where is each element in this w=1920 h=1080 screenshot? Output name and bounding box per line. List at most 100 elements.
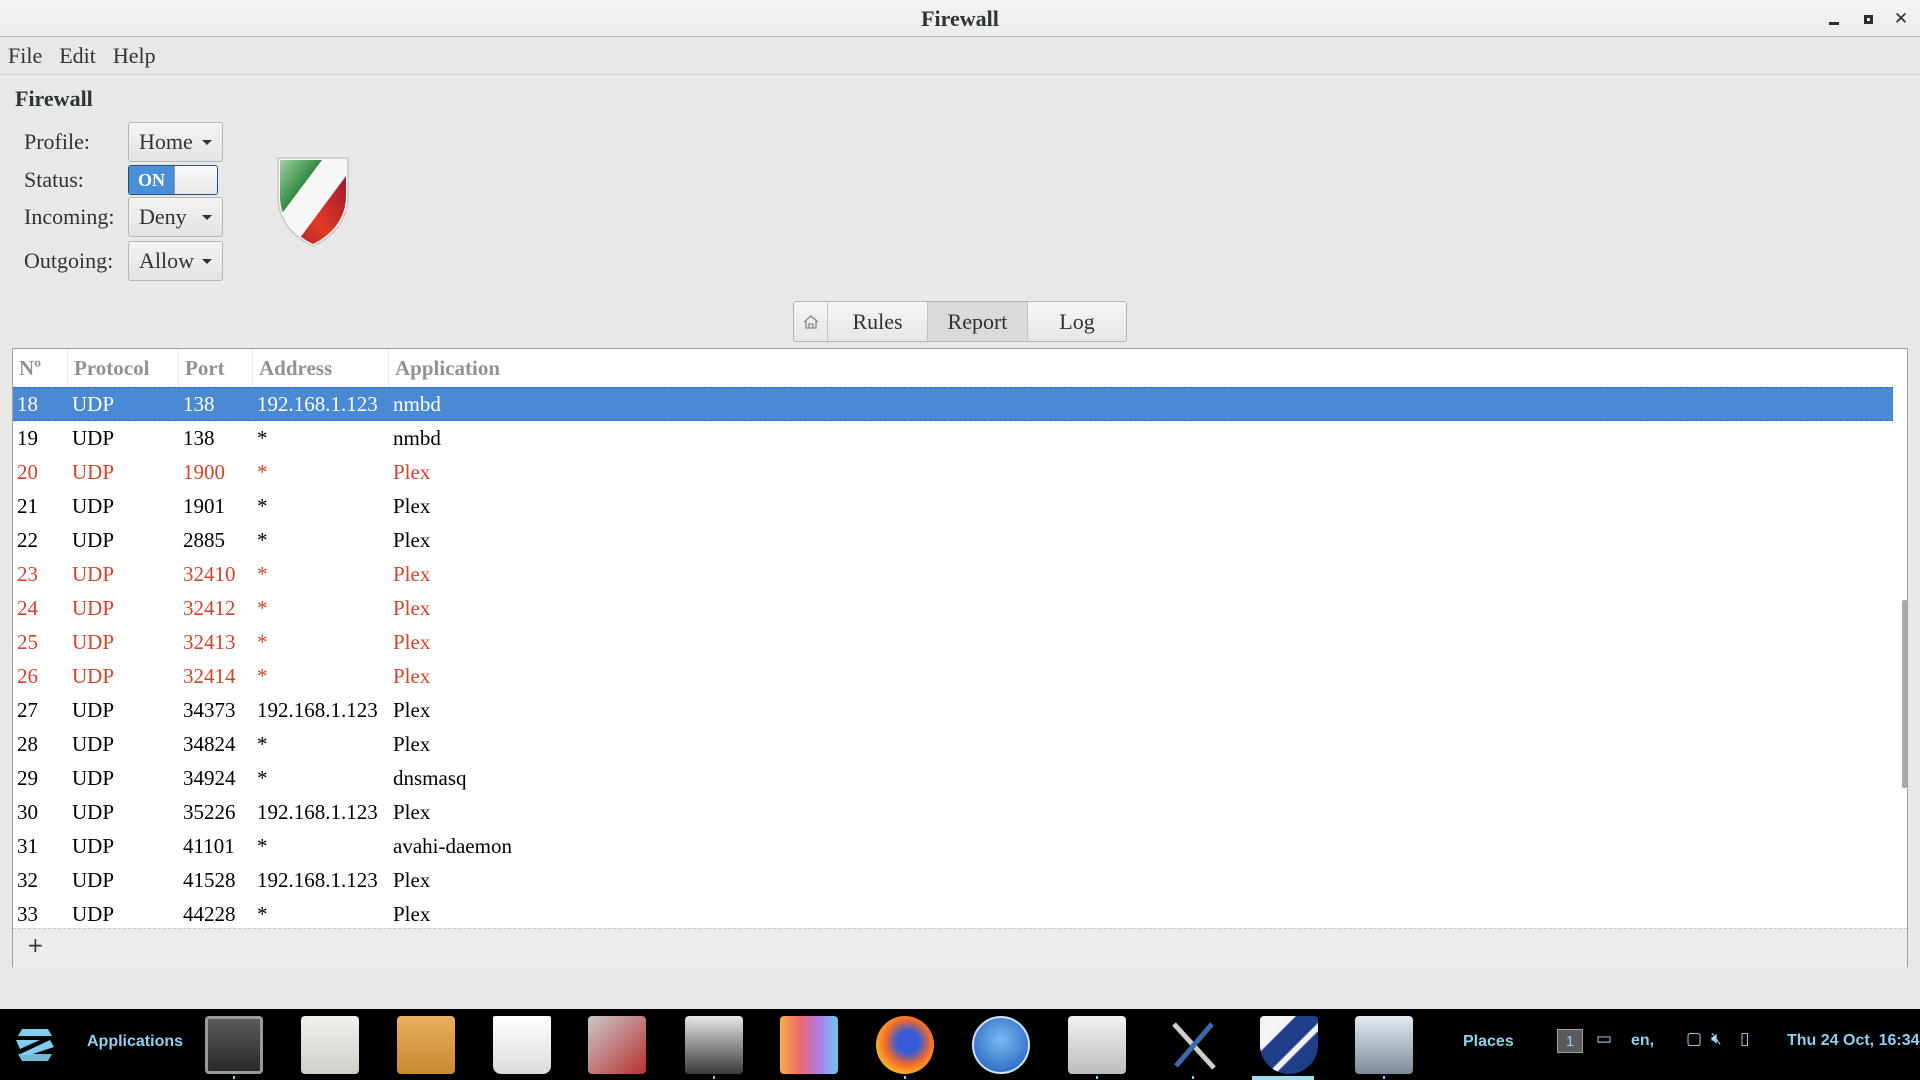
cell-application: Plex [393,561,431,586]
cell-address: * [257,561,268,586]
cell-address: 192.168.1.123 [257,867,378,892]
table-row[interactable]: 33 UDP 44228 * Plex [13,897,1893,928]
software-store-launcher-icon[interactable] [493,1016,551,1074]
network-icon[interactable]: ▢ [1686,1029,1702,1049]
cell-port: 2885 [183,527,225,552]
cell-address: * [257,595,268,620]
color-palette-launcher-icon[interactable] [780,1016,838,1074]
system-tools-launcher-icon[interactable] [1164,1016,1222,1074]
applications-menu[interactable]: Applications [87,1033,183,1051]
table-row[interactable]: 25 UDP 32413 * Plex [13,625,1893,659]
vertical-scrollbar[interactable] [1902,600,1907,788]
table-body: 18 UDP 138 192.168.1.123 nmbd 19 UDP 138 * nmbd 20… [13,387,1893,928]
tab-rules[interactable]: Rules [827,302,927,341]
chevron-down-icon [202,259,212,264]
toggle-knob [174,166,217,194]
cell-port: 138 [183,391,215,416]
table-row[interactable]: 26 UDP 32414 * Plex [13,659,1893,693]
add-rule-button[interactable]: + [27,933,44,957]
cell-address: * [257,731,268,756]
running-indicator [1096,1076,1098,1079]
system-settings-launcher-icon[interactable] [301,1016,359,1074]
firewall-launcher-icon[interactable] [1260,1016,1318,1074]
minimize-button[interactable] [1823,8,1845,30]
media-player-launcher-icon[interactable] [972,1016,1030,1074]
archive-manager-launcher-icon[interactable] [397,1016,455,1074]
cell-address: * [257,459,268,484]
column-header-application[interactable]: Application [389,349,1907,387]
cell-no: 25 [17,629,38,654]
file-manager-launcher-icon[interactable] [1068,1016,1126,1074]
cell-no: 22 [17,527,38,552]
cell-protocol: UDP [72,493,115,518]
cell-port: 41101 [183,833,235,858]
chevron-down-icon [202,140,212,145]
volume-muted-icon[interactable]: 🔇︎ [1711,1029,1722,1049]
running-indicator [1192,1076,1194,1079]
cell-address: * [257,765,268,790]
menu-edit[interactable]: Edit [59,43,96,69]
maximize-button[interactable] [1857,8,1879,30]
column-header-port[interactable]: Port [179,349,253,387]
tab-log[interactable]: Log [1027,302,1126,341]
table-row[interactable]: 27 UDP 34373 192.168.1.123 Plex [13,693,1893,727]
cell-no: 33 [17,901,38,926]
cell-application: Plex [393,663,431,688]
tab-report[interactable]: Report [927,302,1027,341]
window-titlebar[interactable]: Firewall ✕ [0,0,1920,37]
table-row[interactable]: 30 UDP 35226 192.168.1.123 Plex [13,795,1893,829]
running-indicator [233,1076,235,1079]
profile-dropdown[interactable]: Home [128,122,223,162]
column-header-protocol[interactable]: Protocol [68,349,179,387]
outgoing-label: Outgoing: [24,248,114,273]
cell-protocol: UDP [72,459,115,484]
table-row[interactable]: 23 UDP 32410 * Plex [13,557,1893,591]
profile-value: Home [139,129,193,154]
screenshot-tool-launcher-icon[interactable] [685,1016,743,1074]
incoming-dropdown[interactable]: Deny [128,197,223,237]
cell-no: 31 [17,833,38,858]
workspace-switcher[interactable]: 1 [1557,1029,1583,1053]
cell-no: 18 [17,391,38,416]
menubar: File Edit Help [0,38,1920,75]
firefox-launcher-icon[interactable] [876,1016,934,1074]
table-row[interactable]: 31 UDP 41101 * avahi-daemon [13,829,1893,863]
cell-application: Plex [393,731,431,756]
cell-address: * [257,493,268,518]
keyboard-layout[interactable]: en, [1631,1032,1654,1050]
cell-application: Plex [393,493,431,518]
profile-label: Profile: [24,129,90,154]
menu-file[interactable]: File [8,43,42,69]
table-row[interactable]: 24 UDP 32412 * Plex [13,591,1893,625]
minimize-icon [1829,21,1839,25]
places-menu[interactable]: Places [1463,1033,1514,1051]
close-icon: ✕ [1893,9,1909,29]
wrench-screwdriver-icon [1172,1022,1216,1070]
table-row[interactable]: 32 UDP 41528 192.168.1.123 Plex [13,863,1893,897]
table-row[interactable]: 18 UDP 138 192.168.1.123 nmbd [13,387,1893,421]
column-header-number[interactable]: Nº [13,349,68,387]
table-row[interactable]: 28 UDP 34824 * Plex [13,727,1893,761]
table-row[interactable]: 19 UDP 138 * nmbd [13,421,1893,455]
table-row[interactable]: 21 UDP 1901 * Plex [13,489,1893,523]
zorin-logo-icon[interactable] [14,1027,56,1063]
status-toggle[interactable]: ON [128,165,218,195]
cell-port: 41528 [183,867,236,892]
menu-help[interactable]: Help [113,43,156,69]
table-row[interactable]: 22 UDP 2885 * Plex [13,523,1893,557]
outgoing-dropdown[interactable]: Allow [128,241,223,281]
backup-tool-launcher-icon[interactable] [588,1016,646,1074]
terminal-launcher-icon[interactable] [205,1016,263,1074]
battery-icon[interactable]: ▯ [1740,1029,1749,1049]
cell-application: Plex [393,901,431,926]
tab-home[interactable] [794,302,827,341]
text-editor-launcher-icon[interactable] [1355,1016,1413,1074]
cell-address: * [257,629,268,654]
cell-no: 27 [17,697,38,722]
column-header-address[interactable]: Address [253,349,389,387]
table-row[interactable]: 29 UDP 34924 * dnsmasq [13,761,1893,795]
clock[interactable]: Thu 24 Oct, 16:34 [1787,1032,1920,1050]
touchpad-icon[interactable]: ▭ [1596,1029,1612,1049]
table-row[interactable]: 20 UDP 1900 * Plex [13,455,1893,489]
close-button[interactable]: ✕ [1890,8,1912,30]
